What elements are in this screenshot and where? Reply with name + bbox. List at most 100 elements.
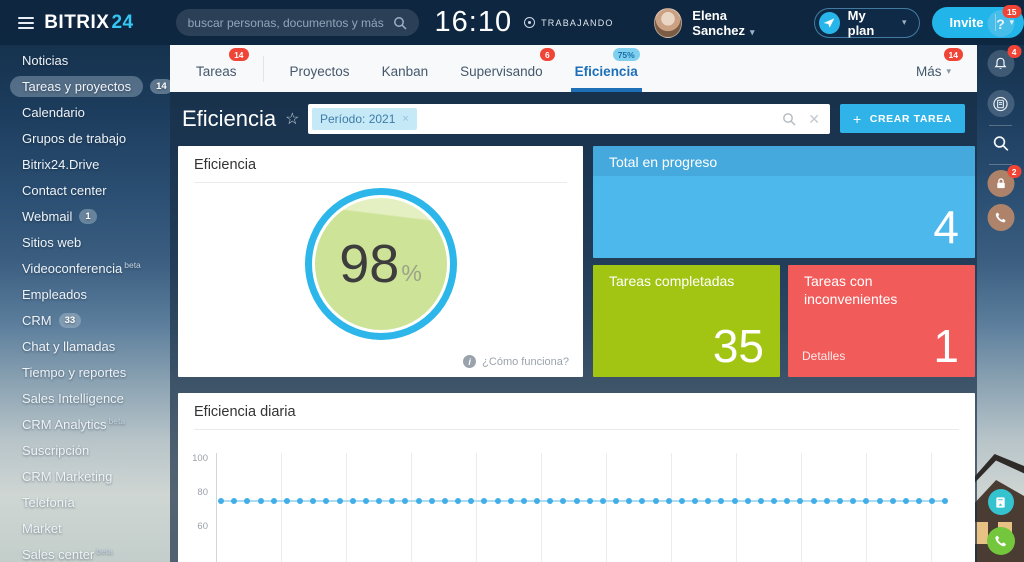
lock-badge: 2 xyxy=(1007,165,1021,178)
chart-y-axis xyxy=(216,453,217,562)
chart-point xyxy=(376,498,382,504)
tab-ma-s[interactable]: 14Más▾ xyxy=(900,45,967,92)
sidebar-item-suscripcio-n[interactable]: Suscripción xyxy=(0,437,170,463)
sidebar-item-chat-y-llamadas[interactable]: Chat y llamadas xyxy=(0,333,170,359)
chart-point xyxy=(297,498,303,504)
sidebar-item-noticias[interactable]: Noticias xyxy=(0,47,170,73)
sidebar-item-label: Telefonía xyxy=(22,495,75,510)
help-icon[interactable]: ? 15 xyxy=(987,10,1014,37)
tasks-panel-icon[interactable] xyxy=(987,90,1014,117)
favorite-star-icon[interactable]: ☆ xyxy=(285,109,299,129)
chart-point xyxy=(218,498,224,504)
tab-supervisando[interactable]: 6Supervisando xyxy=(444,45,559,92)
issues-card[interactable]: Tareas con inconvenientes Detalles 1 xyxy=(788,265,975,377)
sidebar-item-webmail[interactable]: Webmail1 xyxy=(0,203,170,229)
card-title: Tareas con inconvenientes xyxy=(788,265,975,316)
sidebar-item-label: Tareas y proyectos xyxy=(10,76,143,97)
details-link[interactable]: Detalles xyxy=(802,349,845,363)
page-title: Eficiencia xyxy=(182,106,276,132)
chart-point xyxy=(613,498,619,504)
bitrix24-logo[interactable]: BITRIX24 xyxy=(44,12,133,34)
sidebar-item-label: Sales center xyxy=(22,547,94,562)
search-icon xyxy=(393,16,407,30)
chart-point xyxy=(574,498,580,504)
chart-point xyxy=(600,498,606,504)
user-menu[interactable]: Elena Sanchez▾ xyxy=(692,8,788,38)
lock-icon[interactable]: 2 xyxy=(987,170,1014,197)
work-status-toggle[interactable]: TRABAJANDO xyxy=(524,17,614,28)
phone-icon[interactable] xyxy=(987,204,1014,231)
chart-grid-line xyxy=(281,453,282,562)
sidebar-item-label: CRM xyxy=(22,313,52,328)
chart-point xyxy=(705,498,711,504)
info-icon: i xyxy=(463,355,476,368)
plus-icon: + xyxy=(853,111,862,127)
how-it-works-link[interactable]: i ¿Cómo funciona? xyxy=(463,355,569,368)
tab-label: Supervisando xyxy=(460,64,543,79)
chart-point xyxy=(244,498,250,504)
tab-divider xyxy=(263,56,264,82)
tab-eficiencia[interactable]: 75%Eficiencia xyxy=(559,45,654,92)
sidebar-item-tareas-y-proyectos[interactable]: Tareas y proyectos14 xyxy=(0,73,170,99)
chart-point xyxy=(337,498,343,504)
completed-card[interactable]: Tareas completadas 35 xyxy=(593,265,780,377)
tab-kanban[interactable]: Kanban xyxy=(366,45,445,92)
tab-label: Tareas xyxy=(196,64,237,79)
chart-point xyxy=(890,498,896,504)
sidebar-item-tiempo-y-reportes[interactable]: Tiempo y reportes xyxy=(0,359,170,385)
card-title: Eficiencia xyxy=(178,146,583,182)
tab-proyectos[interactable]: Proyectos xyxy=(274,45,366,92)
sidebar-item-crm-analytics[interactable]: CRM Analyticsbeta xyxy=(0,411,170,437)
chart-point xyxy=(639,498,645,504)
beta-tag: beta xyxy=(96,541,113,556)
sidebar-item-bitrix24-drive[interactable]: Bitrix24.Drive xyxy=(0,151,170,177)
bitrix24-app: BITRIX24 buscar personas, documentos y m… xyxy=(0,0,1024,562)
chart-ytick-label: 60 xyxy=(186,521,208,532)
sidebar-item-badge: 1 xyxy=(79,209,96,224)
create-task-button[interactable]: + CREAR TAREA xyxy=(840,104,965,133)
notifications-bell-icon[interactable]: 4 xyxy=(987,50,1014,77)
sidebar-item-grupos-de-trabajo[interactable]: Grupos de trabajo xyxy=(0,125,170,151)
sidebar-item-calendario[interactable]: Calendario xyxy=(0,99,170,125)
sidebar-item-label: CRM Marketing xyxy=(22,469,112,484)
chart-point xyxy=(271,498,277,504)
chart-ytick-label: 100 xyxy=(186,453,208,464)
sidebar-item-sales-center[interactable]: Sales centerbeta xyxy=(0,541,170,562)
efficiency-value: 98 xyxy=(339,237,399,291)
sidebar-item-market[interactable]: Market xyxy=(0,515,170,541)
sidebar-item-label: Noticias xyxy=(22,53,68,68)
sidebar-item-telefoni-a[interactable]: Telefonía xyxy=(0,489,170,515)
in-progress-card[interactable]: Total en progreso 4 xyxy=(593,146,975,258)
sidebar-item-crm-marketing[interactable]: CRM Marketing xyxy=(0,463,170,489)
document-sync-icon[interactable] xyxy=(988,489,1014,515)
sidebar-item-sitios-web[interactable]: Sitios web xyxy=(0,229,170,255)
sidebar-item-label: Tiempo y reportes xyxy=(22,365,126,380)
sidebar-item-sales-intelligence[interactable]: Sales Intelligence xyxy=(0,385,170,411)
chip-close-icon[interactable]: × xyxy=(402,113,408,125)
my-plan-button[interactable]: My plan ▾ xyxy=(814,8,920,38)
chart-point xyxy=(284,498,290,504)
rail-search-icon[interactable] xyxy=(987,130,1014,157)
in-progress-value: 4 xyxy=(933,201,959,254)
filter-chip-period[interactable]: Período: 2021 × xyxy=(312,108,417,130)
sidebar-item-label: Suscripción xyxy=(22,443,89,458)
chart-point xyxy=(718,498,724,504)
dashboard-body: Eficiencia ☆ Período: 2021 × ✕ + CREAR T… xyxy=(170,92,977,562)
user-avatar[interactable] xyxy=(654,8,683,38)
chart-grid-line xyxy=(736,453,737,562)
sidebar-item-videoconferencia[interactable]: Videoconferenciabeta xyxy=(0,255,170,281)
filter-search-icon[interactable] xyxy=(782,112,796,126)
sidebar-item-empleados[interactable]: Empleados xyxy=(0,281,170,307)
call-phone-icon[interactable] xyxy=(987,527,1015,555)
filter-clear-icon[interactable]: ✕ xyxy=(808,111,820,128)
sidebar-item-contact-center[interactable]: Contact center xyxy=(0,177,170,203)
chart-point xyxy=(797,498,803,504)
clock-display: 16:10 xyxy=(435,6,513,39)
menu-icon[interactable] xyxy=(18,14,34,32)
chart-grid-line xyxy=(411,453,412,562)
tab-tareas[interactable]: 14Tareas xyxy=(180,45,253,92)
sidebar-item-crm[interactable]: CRM33 xyxy=(0,307,170,333)
global-search-input[interactable]: buscar personas, documentos y más xyxy=(176,9,419,36)
filter-search-bar[interactable]: Período: 2021 × ✕ xyxy=(308,104,830,134)
completed-value: 35 xyxy=(713,320,764,373)
